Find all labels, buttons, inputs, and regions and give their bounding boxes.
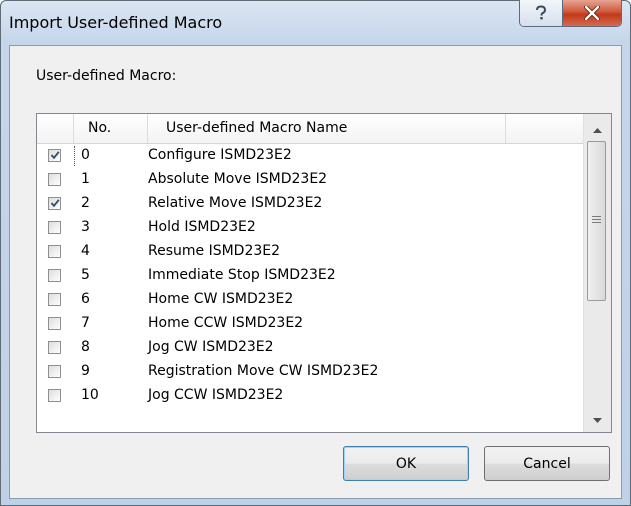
row-macro-name: Immediate Stop ISMD23E2 xyxy=(148,267,336,283)
row-number: 0 xyxy=(81,147,90,163)
row-number: 9 xyxy=(81,363,90,379)
dialog-window: Import User-defined Macro User-defined M… xyxy=(0,0,631,506)
list-rows: 0 Configure ISMD23E2 1 Absolute Move ISMD23… xyxy=(37,144,585,408)
scroll-up-button[interactable] xyxy=(584,114,610,141)
row-macro-name: Registration Move CW ISMD23E2 xyxy=(148,363,379,379)
row-checkbox[interactable] xyxy=(48,197,61,210)
row-number: 10 xyxy=(81,387,99,403)
list-item[interactable]: 8 Jog CW ISMD23E2 xyxy=(37,336,585,360)
row-macro-name: Resume ISMD23E2 xyxy=(148,243,281,259)
row-macro-name: Absolute Move ISMD23E2 xyxy=(148,171,328,187)
list-item[interactable]: 2 Relative Move ISMD23E2 xyxy=(37,192,585,216)
cancel-button[interactable]: Cancel xyxy=(484,446,610,481)
row-macro-name: Hold ISMD23E2 xyxy=(148,219,256,235)
row-checkbox[interactable] xyxy=(48,269,61,282)
row-number: 4 xyxy=(81,243,90,259)
list-item[interactable]: 5 Immediate Stop ISMD23E2 xyxy=(37,264,585,288)
row-macro-name: Configure ISMD23E2 xyxy=(148,147,292,163)
row-number: 2 xyxy=(81,195,90,211)
grip-icon xyxy=(592,216,601,225)
column-header-name[interactable]: User-defined Macro Name xyxy=(148,114,506,143)
list-item[interactable]: 7 Home CCW ISMD23E2 xyxy=(37,312,585,336)
title-bar[interactable]: Import User-defined Macro xyxy=(1,0,630,45)
checkmark-icon xyxy=(50,151,60,160)
macro-list[interactable]: No. User-defined Macro Name 0 Configure I… xyxy=(36,113,612,433)
row-checkbox[interactable] xyxy=(48,173,61,186)
list-item[interactable]: 3 Hold ISMD23E2 xyxy=(37,216,585,240)
ok-button[interactable]: OK xyxy=(343,446,469,481)
row-checkbox[interactable] xyxy=(48,293,61,306)
caption-buttons xyxy=(519,0,622,27)
row-macro-name: Jog CW ISMD23E2 xyxy=(148,339,274,355)
list-item[interactable]: 9 Registration Move CW ISMD23E2 xyxy=(37,360,585,384)
row-number: 5 xyxy=(81,267,90,283)
row-number: 3 xyxy=(81,219,90,235)
scrollbar-thumb[interactable] xyxy=(587,141,606,301)
list-header: No. User-defined Macro Name xyxy=(37,114,585,144)
dialog-client-area: User-defined Macro: No. User-defined Mac… xyxy=(9,45,622,499)
row-macro-name: Relative Move ISMD23E2 xyxy=(148,195,323,211)
row-checkbox[interactable] xyxy=(48,245,61,258)
row-number: 6 xyxy=(81,291,90,307)
column-header-empty xyxy=(506,114,585,143)
row-macro-name: Home CW ISMD23E2 xyxy=(148,291,294,307)
row-checkbox[interactable] xyxy=(48,365,61,378)
row-number: 8 xyxy=(81,339,90,355)
help-icon xyxy=(535,5,547,21)
scroll-down-button[interactable] xyxy=(584,405,610,432)
list-item[interactable]: 6 Home CW ISMD23E2 xyxy=(37,288,585,312)
row-checkbox[interactable] xyxy=(48,149,61,162)
vertical-scrollbar[interactable] xyxy=(583,114,611,432)
close-button[interactable] xyxy=(563,0,621,26)
chevron-down-icon xyxy=(592,409,602,428)
list-item[interactable]: 10 Jog CCW ISMD23E2 xyxy=(37,384,585,408)
row-checkbox[interactable] xyxy=(48,389,61,402)
row-number: 1 xyxy=(81,171,90,187)
chevron-up-icon xyxy=(592,118,602,137)
window-title: Import User-defined Macro xyxy=(9,13,223,32)
close-icon xyxy=(584,6,600,20)
column-header-no[interactable]: No. xyxy=(74,114,148,143)
focus-indicator xyxy=(74,146,78,166)
list-item[interactable]: 0 Configure ISMD23E2 xyxy=(37,144,585,168)
help-button[interactable] xyxy=(520,0,563,26)
list-item[interactable]: 1 Absolute Move ISMD23E2 xyxy=(37,168,585,192)
row-macro-name: Jog CCW ISMD23E2 xyxy=(148,387,284,403)
row-checkbox[interactable] xyxy=(48,317,61,330)
column-header-check[interactable] xyxy=(37,114,74,143)
row-number: 7 xyxy=(81,315,90,331)
list-item[interactable]: 4 Resume ISMD23E2 xyxy=(37,240,585,264)
checkmark-icon xyxy=(50,199,60,208)
row-checkbox[interactable] xyxy=(48,221,61,234)
row-macro-name: Home CCW ISMD23E2 xyxy=(148,315,304,331)
macro-group-label: User-defined Macro: xyxy=(36,68,177,84)
row-checkbox[interactable] xyxy=(48,341,61,354)
